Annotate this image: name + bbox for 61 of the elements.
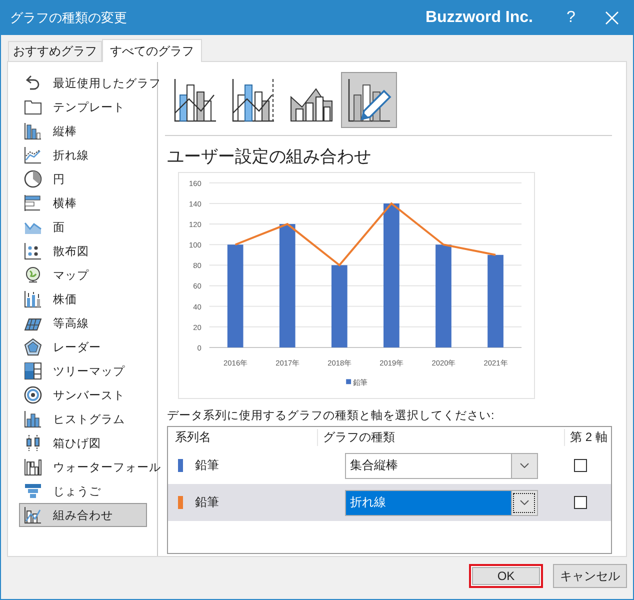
scatter-chart-icon bbox=[23, 241, 43, 261]
help-button[interactable]: ? bbox=[557, 8, 585, 26]
chart-type-item[interactable]: ヒストグラム bbox=[19, 407, 147, 431]
treemap-icon bbox=[23, 361, 43, 381]
sunburst-icon bbox=[23, 385, 43, 405]
tab[interactable]: おすすめグラフ bbox=[8, 41, 102, 61]
chart-type-item[interactable]: ウォーターフォール bbox=[19, 455, 164, 479]
company-name: Buzzword Inc. bbox=[425, 8, 533, 26]
bar-chart-icon bbox=[23, 193, 43, 213]
pie-chart-icon bbox=[23, 169, 43, 189]
chart-type-item[interactable]: マップ bbox=[19, 263, 147, 287]
dialog-button[interactable]: OK bbox=[469, 564, 543, 588]
column-line-axis-chart-icon bbox=[230, 77, 276, 123]
histogram-icon bbox=[23, 409, 43, 429]
combo-chart-icon bbox=[23, 505, 43, 525]
chart-type-item[interactable]: ツリーマップ bbox=[19, 359, 147, 383]
column-line-chart-icon bbox=[172, 77, 218, 123]
chart-type-item[interactable]: サンバースト bbox=[19, 383, 147, 407]
chart-type-item[interactable]: 株価 bbox=[19, 287, 147, 311]
chevron-down-icon bbox=[520, 500, 529, 505]
chart-type-item[interactable]: じょうご bbox=[19, 479, 147, 503]
chart-type-item[interactable]: 最近使用したグラフ bbox=[19, 71, 164, 95]
legend-swatch bbox=[346, 379, 352, 384]
column-header: グラフの種類 bbox=[318, 428, 565, 446]
series-name: 鉛筆 bbox=[195, 494, 220, 511]
chart-type-item[interactable]: 等高線 bbox=[19, 311, 147, 335]
chevron-down-icon bbox=[520, 463, 529, 468]
chart-type-item[interactable]: 箱ひげ図 bbox=[19, 431, 147, 455]
chart-type-item[interactable]: 散布図 bbox=[19, 239, 147, 263]
column-chart-icon bbox=[23, 121, 43, 141]
chart-type-dropdown[interactable]: 折れ線 bbox=[345, 490, 538, 516]
chart-type-item[interactable]: 組み合わせ bbox=[19, 503, 147, 527]
chart-type-item[interactable]: 縦棒 bbox=[19, 119, 147, 143]
chart-type-item[interactable]: 折れ線 bbox=[19, 143, 147, 167]
chart-type-dropdown[interactable]: 集合縦棒 bbox=[345, 452, 538, 478]
column-header: 第 2 軸 bbox=[569, 428, 608, 446]
radar-chart-icon bbox=[23, 337, 43, 357]
chart-type-item[interactable]: 横棒 bbox=[19, 191, 147, 215]
waterfall-chart-icon bbox=[23, 457, 43, 477]
column-header: 系列名 bbox=[168, 428, 318, 446]
instruction-text: データ系列に使用するグラフの種類と軸を選択してください: bbox=[167, 408, 496, 423]
chart-subtype-button[interactable] bbox=[341, 72, 397, 128]
chart-type-item[interactable]: 面 bbox=[19, 215, 147, 239]
line-chart-icon bbox=[23, 145, 43, 165]
globe-icon bbox=[23, 265, 43, 285]
series-row[interactable]: 鉛筆 折れ線 bbox=[168, 484, 611, 521]
dialog-button[interactable]: キャンセル bbox=[553, 564, 627, 588]
funnel-icon bbox=[23, 481, 43, 501]
tab[interactable]: すべてのグラフ bbox=[102, 39, 202, 62]
pencil-chart-icon bbox=[346, 77, 392, 123]
window-title: グラフの種類の変更 bbox=[10, 8, 128, 26]
close-icon[interactable] bbox=[605, 10, 619, 24]
checkbox[interactable] bbox=[574, 459, 587, 472]
chart-type-item[interactable]: 円 bbox=[19, 167, 147, 191]
chart-type-item[interactable]: テンプレート bbox=[19, 95, 147, 119]
preview-title: ユーザー設定の組み合わせ bbox=[167, 146, 372, 168]
series-row[interactable]: 鉛筆 集合縦棒 bbox=[168, 447, 611, 484]
chart-type-item[interactable]: レーダー bbox=[19, 335, 147, 359]
series-name: 鉛筆 bbox=[195, 457, 220, 474]
stock-chart-icon bbox=[23, 289, 43, 309]
checkbox[interactable] bbox=[574, 496, 587, 509]
